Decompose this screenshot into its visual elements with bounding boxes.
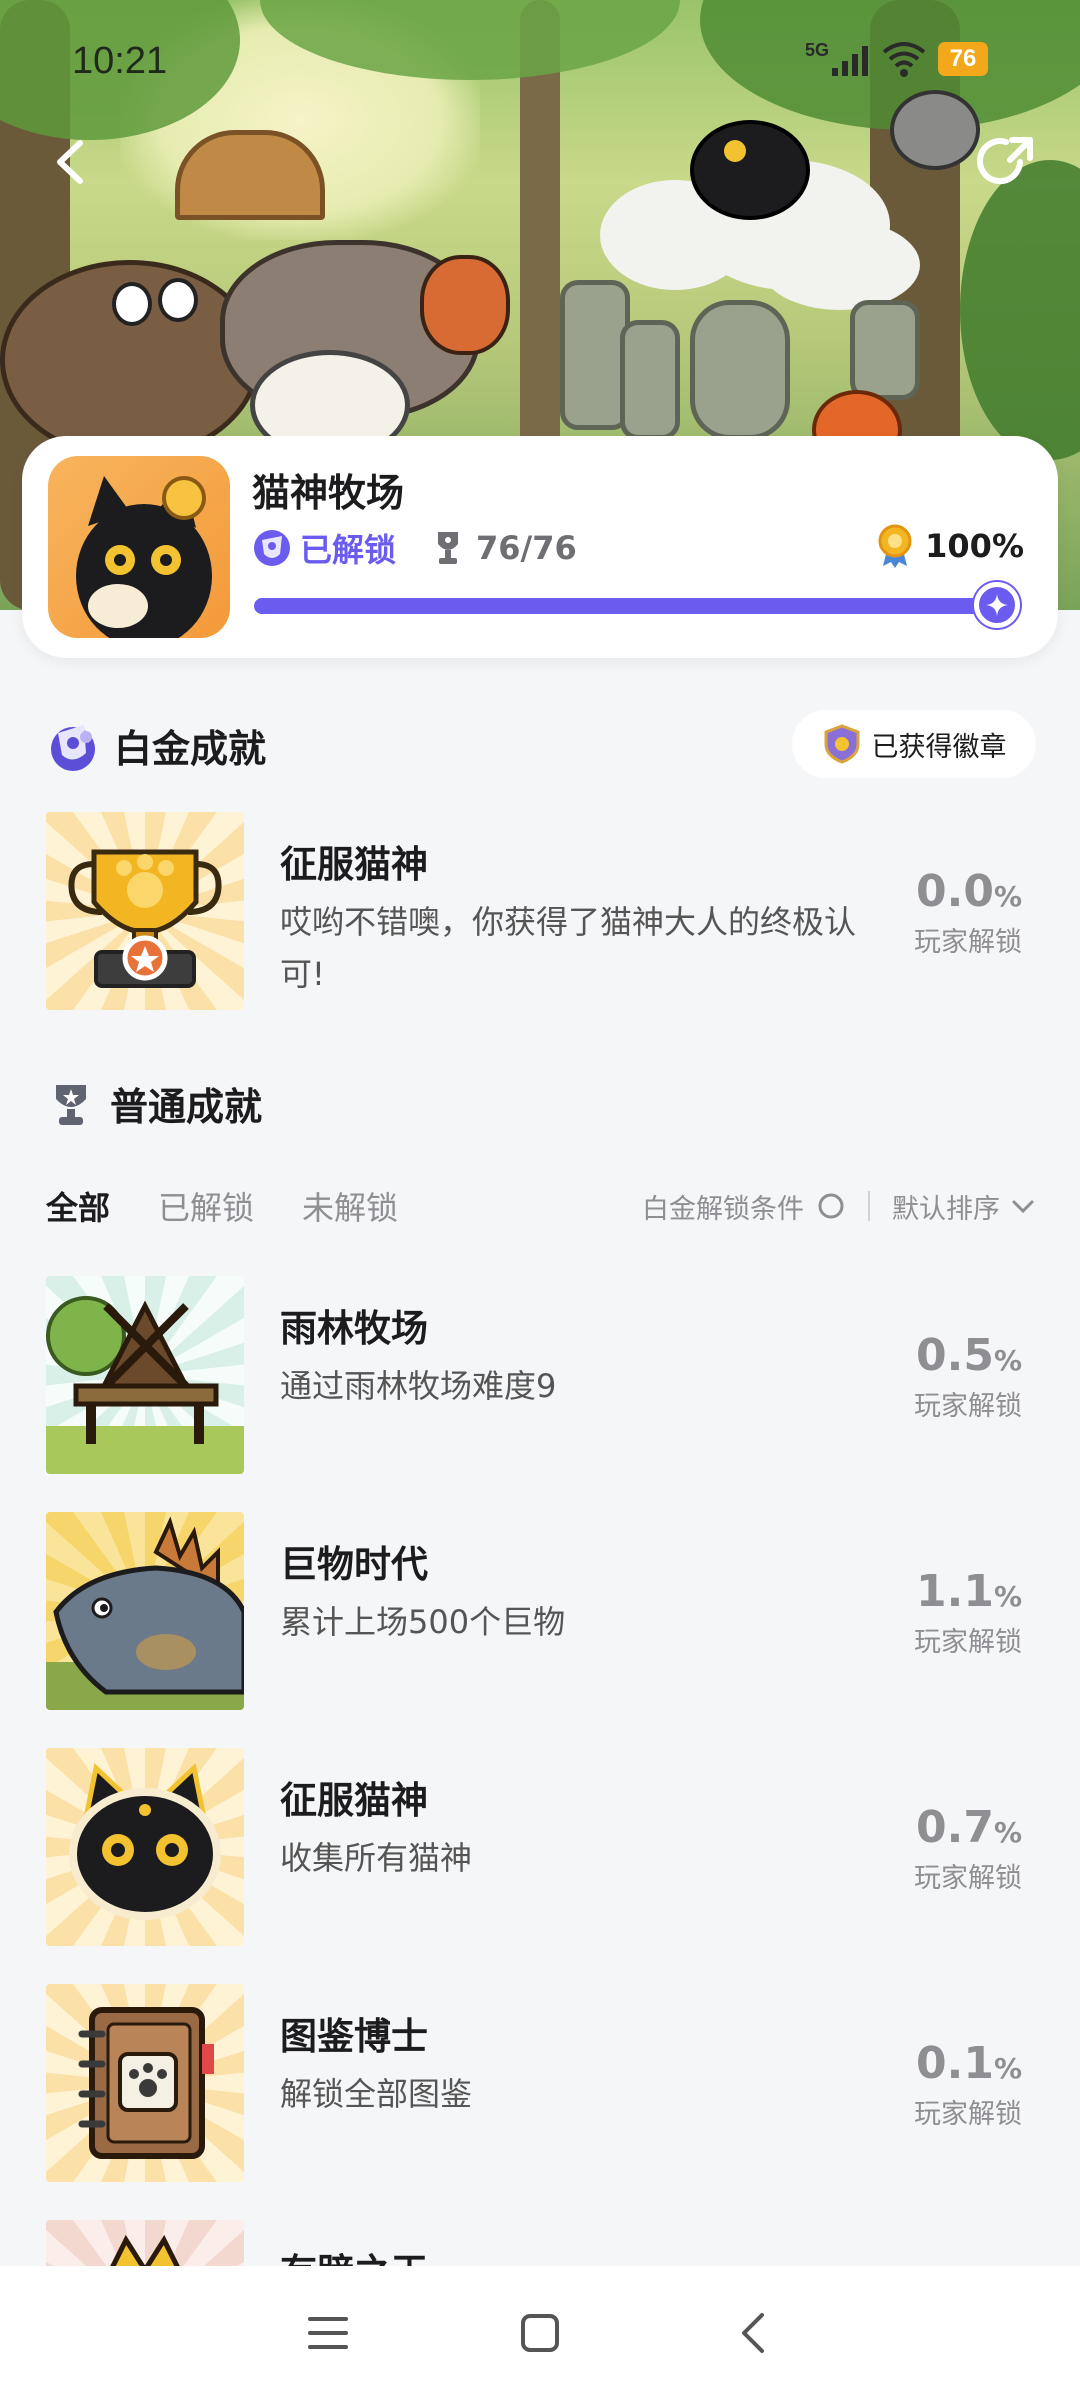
unlock-status: 已解锁 76/76: [252, 526, 577, 570]
achievement-percent: 0.0%: [915, 866, 1022, 917]
earned-badge-button[interactable]: 已获得徽章: [792, 710, 1036, 778]
achievement-percent: 0.5%: [915, 1330, 1022, 1381]
progress-star-knob: [974, 582, 1020, 628]
platinum-condition-toggle[interactable]: 白金解锁条件: [642, 1187, 846, 1226]
back-button[interactable]: [30, 122, 110, 202]
stone-pillar: [850, 300, 920, 400]
share-button[interactable]: [966, 122, 1046, 202]
game-title: 猫神牧场: [252, 471, 405, 515]
deer-eye: [112, 282, 152, 326]
achievement-percent: 0.7%: [915, 1802, 1022, 1853]
achievement-name: 征服猫神: [280, 843, 428, 886]
status-bar: 10:21 5G 76: [0, 0, 1080, 110]
achievement-name: 图鉴博士: [280, 2015, 428, 2058]
chevron-left-icon: [57, 140, 83, 184]
stone-pillar: [690, 300, 790, 440]
achievement-count: 76/76: [476, 529, 577, 567]
completion-progress-bar: [254, 598, 994, 614]
achievement-percent-label: 玩家解锁: [914, 2099, 1022, 2130]
normal-section-header: 普通成就: [46, 1076, 262, 1131]
achievement-percent-label: 玩家解锁: [914, 927, 1022, 958]
achievement-row[interactable]: 巨物时代 累计上场500个巨物 1.1% 玩家解锁: [0, 1512, 1080, 1712]
system-nav-bar: [0, 2266, 1080, 2400]
radio-circle-icon: [818, 1193, 844, 1219]
completion-percent: 100%: [875, 524, 1024, 568]
wifi-icon: [882, 42, 926, 77]
achievement-name: 雨林牧场: [280, 1307, 428, 1350]
achievement-name: 征服猫神: [280, 1779, 428, 1822]
achievement-description: 累计上场500个巨物: [280, 1603, 566, 1641]
achievement-percent-label: 玩家解锁: [914, 1391, 1022, 1422]
trophy-icon: [56, 1084, 86, 1125]
status-time: 10:21: [72, 40, 168, 82]
divider: [868, 1191, 870, 1221]
achievement-percent: 1.1%: [915, 1566, 1022, 1617]
platinum-trophy-icon: [51, 724, 95, 771]
foliage: [960, 160, 1080, 460]
tab-locked[interactable]: 未解锁: [302, 1183, 398, 1229]
deer-eye: [158, 278, 198, 322]
medal-icon: [878, 524, 912, 568]
unlock-label: 已解锁: [300, 531, 397, 569]
badge-shield-icon: [824, 724, 859, 764]
achievement-row[interactable]: 雨林牧场 通过雨林牧场难度9 0.5% 玩家解锁: [0, 1276, 1080, 1476]
barn: [175, 130, 325, 220]
sparkle-icon: [986, 594, 1008, 616]
completion-value: 100%: [925, 527, 1024, 565]
platinum-section-header: 白金成就: [46, 718, 266, 773]
battery-level: 76: [938, 42, 988, 76]
red-panda: [420, 255, 510, 355]
trophy-paw-icon: [46, 812, 244, 1010]
menu-icon: [308, 2317, 348, 2349]
dinosaur-icon: [46, 1512, 244, 1710]
sort-dropdown[interactable]: 默认排序: [892, 1187, 1036, 1226]
notebook-icon: [46, 1984, 244, 2182]
windmill-icon: [46, 1276, 244, 1474]
filter-options: 白金解锁条件 默认排序: [642, 1187, 1036, 1226]
signal-icon: [832, 46, 868, 76]
achievement-percent-label: 玩家解锁: [914, 1863, 1022, 1894]
home-square-icon: [521, 2314, 559, 2352]
share-icon: [977, 137, 1033, 185]
network-type: 5G: [805, 40, 830, 60]
cloud: [760, 220, 920, 310]
game-app-icon: [48, 456, 230, 638]
nav-back-button[interactable]: [692, 2293, 812, 2373]
achievement-description: 解锁全部图鉴: [280, 2075, 473, 2113]
achievement-description: 通过雨林牧场难度9: [280, 1367, 557, 1405]
black-cat: [690, 120, 810, 220]
game-info-card: 猫神牧场 已解锁 76/76 100%: [22, 436, 1058, 658]
achievement-description: 收集所有猫神: [280, 1839, 473, 1877]
achievement-description: 哎哟不错噢，你获得了猫神大人的终极认可!: [280, 903, 857, 993]
achievement-percent: 0.1%: [915, 2038, 1022, 2089]
progress-fill: [254, 598, 994, 614]
platinum-trophy-icon: [254, 530, 290, 566]
achievement-name: 巨物时代: [280, 1543, 428, 1586]
trophy-icon: [438, 532, 459, 564]
normal-section-title: 普通成就: [110, 1085, 263, 1129]
chevron-left-icon: [742, 2313, 764, 2353]
achievement-percent-label: 玩家解锁: [914, 1627, 1022, 1658]
chevron-down-icon: [1012, 1200, 1034, 1214]
black-cat-icon: [46, 1748, 244, 1946]
platinum-condition-label: 白金解锁条件: [642, 1193, 804, 1225]
tab-unlocked[interactable]: 已解锁: [158, 1183, 254, 1229]
stone-pillar: [620, 320, 680, 440]
tab-all[interactable]: 全部: [46, 1183, 110, 1229]
home-button[interactable]: [480, 2293, 600, 2373]
cat-eye: [724, 140, 746, 162]
achievement-row[interactable]: 征服猫神 收集所有猫神 0.7% 玩家解锁: [0, 1748, 1080, 1948]
platinum-section-title: 白金成就: [114, 727, 267, 771]
platinum-achievement-row[interactable]: 征服猫神 哎哟不错噢，你获得了猫神大人的终极认可! 0.0% 玩家解锁: [0, 812, 1080, 1012]
badge-button-label: 已获得徽章: [871, 731, 1007, 763]
achievement-row[interactable]: 图鉴博士 解锁全部图鉴 0.1% 玩家解锁: [0, 1984, 1080, 2184]
sort-label: 默认排序: [892, 1193, 1000, 1225]
menu-button[interactable]: [268, 2293, 388, 2373]
filter-bar: 全部 已解锁 未解锁 白金解锁条件 默认排序: [46, 1178, 1036, 1234]
